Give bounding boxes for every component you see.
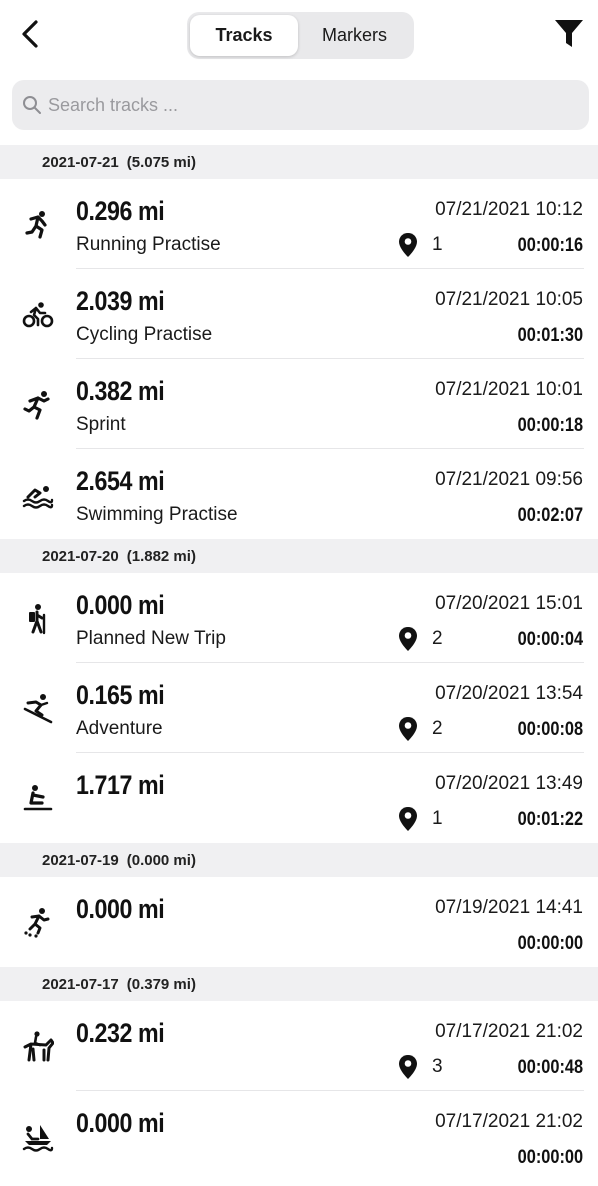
search-bar	[12, 80, 589, 130]
section-date: 2021-07-17	[42, 975, 119, 993]
section-rows: 0.000 mi 07/20/2021 15:01 00:00:04 Planned …	[0, 573, 598, 843]
track-row[interactable]: 2.654 mi 07/21/2021 09:56 00:02:07 Swimming…	[0, 449, 598, 539]
track-distance: 0.165 mi	[76, 680, 165, 710]
skiing-icon	[22, 693, 54, 725]
tracks-markers-segmented-control: Tracks Markers	[187, 12, 414, 59]
track-duration: 00:00:48	[517, 1057, 583, 1078]
track-datetime: 07/20/2021 13:49	[435, 773, 583, 794]
horse-riding-icon	[22, 1031, 55, 1063]
track-marker-count: 2	[398, 716, 443, 742]
track-distance: 2.654 mi	[76, 466, 165, 496]
marker-count-value: 2	[432, 718, 443, 739]
section-total-distance: (0.000 mi)	[126, 851, 196, 869]
track-duration: 00:00:08	[517, 719, 583, 740]
track-distance: 0.000 mi	[76, 1108, 165, 1138]
hiking-icon	[22, 603, 54, 635]
track-row[interactable]: 0.232 mi 07/17/2021 21:02 00:00:48 3	[0, 1001, 598, 1091]
track-marker-count: 1	[398, 232, 443, 258]
track-row[interactable]: 0.165 mi 07/20/2021 13:54 00:00:08 Adventur…	[0, 663, 598, 753]
section-total-distance: (0.379 mi)	[126, 975, 196, 993]
track-row[interactable]: 0.000 mi 07/17/2021 21:02 00:00:00	[0, 1091, 598, 1181]
section-header: 2021-07-19 (0.000 mi)	[0, 843, 598, 877]
map-pin-icon	[398, 232, 418, 258]
track-datetime: 07/21/2021 10:05	[435, 289, 583, 310]
track-duration: 00:02:07	[517, 505, 583, 526]
top-bar: Tracks Markers	[0, 0, 598, 72]
filter-button[interactable]	[552, 16, 586, 52]
track-row[interactable]: 0.000 mi 07/20/2021 15:01 00:00:04 Planned …	[0, 573, 598, 663]
track-duration: 00:00:04	[517, 629, 583, 650]
track-datetime: 07/21/2021 09:56	[435, 469, 583, 490]
track-name: Swimming Practise	[76, 504, 238, 525]
track-duration: 00:00:00	[517, 933, 583, 954]
section-header: 2021-07-17 (0.379 mi)	[0, 967, 598, 1001]
cycling-icon	[22, 299, 54, 331]
track-datetime: 07/21/2021 10:01	[435, 379, 583, 400]
track-datetime: 07/20/2021 13:54	[435, 683, 583, 704]
track-list: 2021-07-21 (5.075 mi) 0.296 mi 07/21/2021 1…	[0, 145, 598, 1181]
track-duration: 00:01:22	[517, 809, 583, 830]
track-datetime: 07/17/2021 21:02	[435, 1111, 583, 1132]
section-rows: 0.296 mi 07/21/2021 10:12 00:00:16 Running …	[0, 179, 598, 539]
back-button[interactable]	[14, 16, 46, 52]
track-name: Cycling Practise	[76, 324, 213, 345]
track-datetime: 07/21/2021 10:12	[435, 199, 583, 220]
track-distance: 0.000 mi	[76, 590, 165, 620]
track-duration: 00:00:18	[517, 415, 583, 436]
section-rows: 0.000 mi 07/19/2021 14:41 00:00:00	[0, 877, 598, 967]
section-header: 2021-07-21 (5.075 mi)	[0, 145, 598, 179]
track-duration: 00:00:16	[517, 235, 583, 256]
marker-count-value: 2	[432, 628, 443, 649]
track-name: Adventure	[76, 718, 163, 739]
inline-skating-icon	[22, 907, 54, 939]
track-distance: 2.039 mi	[76, 286, 165, 316]
search-input[interactable]	[48, 94, 568, 116]
sprint-icon	[22, 389, 54, 421]
track-marker-count: 3	[398, 1054, 443, 1080]
track-distance: 0.232 mi	[76, 1018, 165, 1048]
track-datetime: 07/17/2021 21:02	[435, 1021, 583, 1042]
track-name: Sprint	[76, 414, 126, 435]
map-pin-icon	[398, 716, 418, 742]
section-date: 2021-07-20	[42, 547, 119, 565]
track-row[interactable]: 2.039 mi 07/21/2021 10:05 00:01:30 Cycling …	[0, 269, 598, 359]
rowing-icon	[22, 783, 54, 815]
marker-count-value: 1	[432, 234, 443, 255]
track-distance: 0.000 mi	[76, 894, 165, 924]
track-marker-count: 1	[398, 806, 443, 832]
swimming-icon	[22, 479, 54, 511]
chevron-left-icon	[22, 20, 38, 48]
section-rows: 0.232 mi 07/17/2021 21:02 00:00:48 3 0.000 m…	[0, 1001, 598, 1181]
track-marker-count: 2	[398, 626, 443, 652]
track-row[interactable]: 1.717 mi 07/20/2021 13:49 00:01:22 1	[0, 753, 598, 843]
section-header: 2021-07-20 (1.882 mi)	[0, 539, 598, 573]
section-date: 2021-07-19	[42, 851, 119, 869]
marker-count-value: 3	[432, 1056, 443, 1077]
map-pin-icon	[398, 1054, 418, 1080]
marker-count-value: 1	[432, 808, 443, 829]
track-duration: 00:00:00	[517, 1147, 583, 1168]
track-distance: 0.296 mi	[76, 196, 165, 226]
section-total-distance: (5.075 mi)	[126, 153, 196, 171]
track-name: Running Practise	[76, 234, 221, 255]
section-total-distance: (1.882 mi)	[126, 547, 196, 565]
section-date: 2021-07-21	[42, 153, 119, 171]
tab-tracks[interactable]: Tracks	[190, 15, 298, 56]
track-datetime: 07/19/2021 14:41	[435, 897, 583, 918]
filter-icon	[555, 20, 583, 47]
track-duration: 00:01:30	[517, 325, 583, 346]
track-row[interactable]: 0.000 mi 07/19/2021 14:41 00:00:00	[0, 877, 598, 967]
map-pin-icon	[398, 626, 418, 652]
track-row[interactable]: 0.296 mi 07/21/2021 10:12 00:00:16 Running …	[0, 179, 598, 269]
track-distance: 1.717 mi	[76, 770, 165, 800]
map-pin-icon	[398, 806, 418, 832]
track-datetime: 07/20/2021 15:01	[435, 593, 583, 614]
track-row[interactable]: 0.382 mi 07/21/2021 10:01 00:00:18 Sprint	[0, 359, 598, 449]
search-icon	[22, 94, 44, 116]
running-icon	[22, 209, 54, 241]
track-name: Planned New Trip	[76, 628, 226, 649]
track-distance: 0.382 mi	[76, 376, 165, 406]
sailing-icon	[22, 1121, 54, 1153]
tab-markers[interactable]: Markers	[298, 15, 411, 56]
